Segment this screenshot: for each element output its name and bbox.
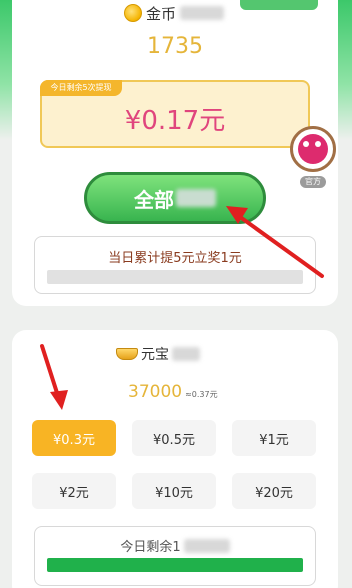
remaining-progress-bar	[47, 558, 303, 572]
gold-coin-icon	[124, 4, 142, 22]
amount-option[interactable]: ¥1元	[232, 420, 316, 456]
withdraw-all-label: 全部	[134, 187, 174, 212]
withdraw-all-button[interactable]: 全部	[84, 172, 266, 224]
amount-option[interactable]: ¥0.5元	[132, 420, 216, 456]
yuanbao-title-label: 元宝	[141, 347, 169, 363]
amount-option[interactable]: ¥2元	[32, 473, 116, 509]
official-label: 官方	[300, 176, 326, 188]
blurred-text	[176, 189, 216, 207]
coin-withdraw-card: 金币 1735 今日剩余5次提现 ¥0.17元 全部 当日累计提5元立奖1元	[12, 0, 338, 306]
withdraw-amount-box: 今日剩余5次提现 ¥0.17元	[40, 80, 310, 148]
reward-info-box: 当日累计提5元立奖1元	[34, 236, 316, 294]
yuanbao-title: 元宝	[116, 344, 200, 364]
official-avatar-button[interactable]	[290, 126, 336, 172]
yuanbao-balance: 37000 ≈0.37元	[128, 382, 218, 402]
official-avatar-icon	[298, 134, 328, 164]
blurred-text	[172, 347, 200, 361]
withdraw-amount: ¥0.17元	[124, 106, 226, 136]
blurred-text	[183, 538, 230, 553]
reward-text: 当日累计提5元立奖1元	[108, 251, 242, 266]
amount-option[interactable]: ¥0.3元	[32, 420, 116, 456]
remaining-text: 今日剩余1	[120, 540, 181, 555]
coin-title: 金币	[124, 2, 225, 24]
yuanbao-icon	[116, 348, 138, 360]
remaining-times-badge: 今日剩余5次提现	[40, 80, 122, 96]
remaining-info-box: 今日剩余1	[34, 526, 316, 586]
reward-progress-bar	[47, 270, 303, 284]
yuanbao-value: ≈0.37元	[185, 390, 218, 399]
blurred-text	[180, 6, 225, 20]
yuanbao-count: 37000	[128, 382, 183, 402]
amount-option[interactable]: ¥10元	[132, 473, 216, 509]
amount-option[interactable]: ¥20元	[232, 473, 316, 509]
coin-balance: 1735	[147, 34, 203, 59]
top-green-tag	[240, 0, 318, 10]
remaining-text-row: 今日剩余1	[35, 536, 315, 555]
yuanbao-withdraw-card: 元宝 37000 ≈0.37元 ¥0.3元 ¥0.5元 ¥1元 ¥2元 ¥10元…	[12, 330, 338, 588]
coin-title-label: 金币	[146, 4, 177, 23]
